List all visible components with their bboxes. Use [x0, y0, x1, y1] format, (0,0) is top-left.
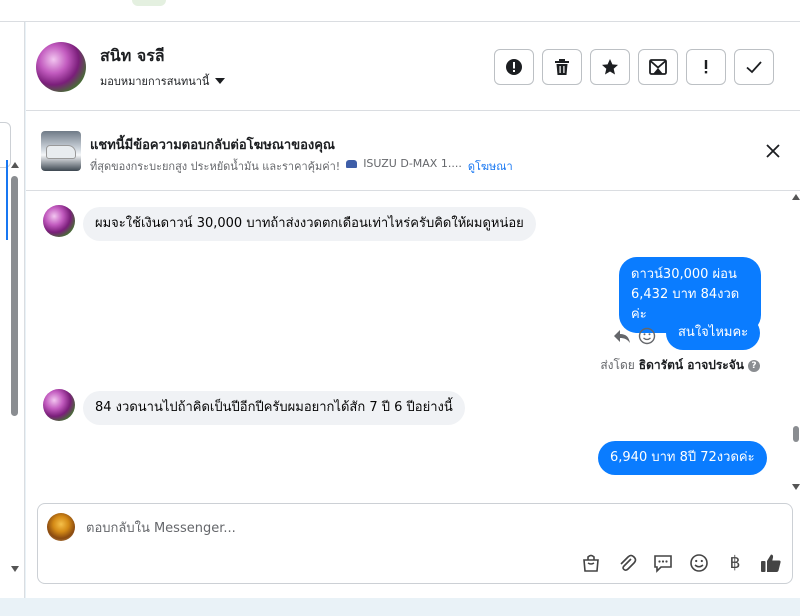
move-to-spam-button[interactable]: [638, 49, 678, 85]
mark-unread-button[interactable]: [686, 49, 726, 85]
header-action-buttons: [494, 49, 774, 85]
contact-avatar[interactable]: [36, 42, 86, 92]
top-nav-pill: [132, 0, 166, 6]
mark-done-button[interactable]: [734, 49, 774, 85]
outgoing-message[interactable]: สนใจไหมคะ: [666, 316, 761, 350]
spam-icon: [649, 59, 667, 75]
page-avatar: [47, 513, 75, 541]
sent-by-label: ส่งโดย ธิดารัตน์ อาจประจัน ?: [600, 356, 760, 375]
message-actions: [612, 327, 656, 345]
reply-icon[interactable]: [612, 327, 632, 345]
paperclip-icon: [620, 554, 637, 571]
ad-thumbnail[interactable]: [41, 131, 81, 171]
pickup-truck-image: [46, 145, 76, 159]
check-icon: [746, 61, 762, 74]
sent-by-prefix: ส่งโดย: [600, 358, 635, 372]
contact-avatar-small[interactable]: [43, 205, 75, 237]
assign-conversation-dropdown[interactable]: มอบหมายการสนทนานี้: [100, 72, 226, 90]
saved-replies-button[interactable]: [652, 552, 674, 574]
scroll-down-arrow[interactable]: [792, 484, 800, 490]
close-icon: [766, 144, 780, 158]
shopping-bag-icon: [583, 554, 599, 572]
contact-name[interactable]: สนิท จรลี: [100, 44, 165, 69]
message-thread: ผมจะใช้เงินดาวน์ 30,000 บาทถ้าส่งงวดตกเด…: [26, 192, 800, 498]
help-icon[interactable]: ?: [748, 359, 760, 372]
emoji-icon: [690, 554, 708, 572]
active-conversation-indicator: [6, 160, 8, 240]
emoji-button[interactable]: [688, 552, 710, 574]
view-ad-link[interactable]: ดูโฆษณา: [468, 157, 513, 175]
incoming-message[interactable]: ผมจะใช้เงินดาวน์ 30,000 บาทถ้าส่งงวดตกเด…: [83, 207, 536, 241]
alert-circle-icon: [506, 59, 522, 75]
shopping-bag-button[interactable]: [580, 552, 602, 574]
star-icon: [602, 59, 618, 75]
exclamation-icon: [704, 60, 708, 74]
assign-label: มอบหมายการสนทนานี้: [100, 75, 210, 88]
conversation-panel: สนิท จรลี มอบหมายการสนทนานี้ แชทนี้มีข้อ…: [26, 22, 800, 598]
reply-input[interactable]: [86, 513, 776, 543]
ad-banner-title: แชทนี้มีข้อความตอบกลับต่อโฆษณาของคุณ: [90, 138, 335, 153]
payment-button[interactable]: ฿: [724, 552, 746, 574]
mark-important-button[interactable]: [494, 49, 534, 85]
close-banner-button[interactable]: [764, 142, 782, 160]
car-emoji-icon: [346, 160, 358, 168]
scroll-thumb[interactable]: [11, 176, 18, 416]
ad-description-tail: ISUZU D-MAX 1....: [363, 157, 462, 170]
top-nav-strip: [0, 0, 800, 22]
conversation-header: สนิท จรลี มอบหมายการสนทนานี้: [26, 22, 800, 111]
trash-icon: [555, 59, 569, 75]
like-icon: [761, 554, 781, 572]
scroll-down-arrow[interactable]: [11, 566, 19, 572]
ad-description: ที่สุดของกระบะยกสูง ประหยัดน้ำมัน และราค…: [90, 160, 341, 173]
scroll-up-arrow[interactable]: [11, 162, 19, 168]
message-composer: ฿: [37, 503, 793, 584]
scroll-up-arrow[interactable]: [792, 194, 800, 200]
incoming-message[interactable]: 84 งวดนานไปถ้าคิดเป็นปีอีกปีครับผมอยากได…: [83, 391, 465, 425]
ad-reply-banner: แชทนี้มีข้อความตอบกลับต่อโฆษณาของคุณ ที่…: [26, 112, 800, 191]
outgoing-message[interactable]: 6,940 บาท 8ปี 72งวดค่ะ: [598, 441, 767, 475]
scroll-thumb[interactable]: [793, 426, 799, 442]
sender-name: ธิดารัตน์ อาจประจัน: [638, 358, 744, 372]
baht-icon: ฿: [729, 553, 741, 573]
chevron-down-icon: [215, 78, 226, 84]
attach-file-button[interactable]: [616, 552, 638, 574]
outgoing-message-line: ดาวน์30,000 ผ่อน: [631, 267, 737, 282]
saved-reply-icon: [654, 555, 672, 573]
delete-button[interactable]: [542, 49, 582, 85]
thread-scrollbar[interactable]: [792, 192, 800, 498]
conversation-list-scrollbar[interactable]: [9, 160, 21, 580]
like-button[interactable]: [760, 552, 782, 574]
composer-toolbar: ฿: [580, 552, 782, 574]
contact-avatar-small[interactable]: [43, 389, 75, 421]
star-button[interactable]: [590, 49, 630, 85]
ad-banner-subtitle: ที่สุดของกระบะยกสูง ประหยัดน้ำมัน และราค…: [90, 157, 513, 175]
emoji-react-icon[interactable]: [638, 327, 656, 345]
